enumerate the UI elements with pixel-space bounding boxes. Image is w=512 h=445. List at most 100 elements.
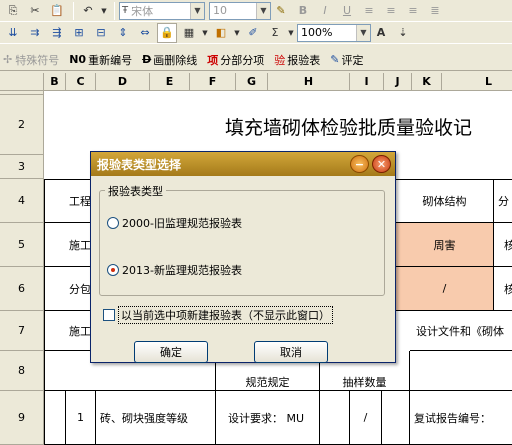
cell[interactable]: [410, 351, 512, 391]
col-header[interactable]: E: [150, 73, 190, 91]
align-center-icon[interactable]: ≡: [381, 1, 401, 21]
row-header[interactable]: 9: [0, 391, 44, 445]
minimize-icon[interactable]: −: [350, 155, 369, 173]
corner-cell[interactable]: [0, 73, 44, 91]
col-header[interactable]: C: [66, 73, 96, 91]
cell[interactable]: 设计要求： MU: [216, 391, 320, 445]
col-header[interactable]: G: [236, 73, 268, 91]
insert-row-icon[interactable]: ⇊: [3, 23, 23, 43]
option-2000-radio[interactable]: 2000-旧监理规范报验表: [107, 215, 242, 231]
col-width-icon[interactable]: ⇔: [135, 23, 155, 43]
sum-icon[interactable]: Σ: [265, 23, 285, 43]
dropdown-arrow-icon[interactable]: ▼: [233, 23, 241, 43]
cell[interactable]: 设计文件和《砌体: [410, 311, 512, 351]
chevron-down-icon: ▼: [190, 2, 204, 19]
dialog-titlebar[interactable]: 报验表类型选择 − ✕: [91, 152, 395, 176]
text-icon[interactable]: A: [371, 23, 391, 43]
bold-icon[interactable]: B: [293, 1, 313, 21]
cell[interactable]: 施工: [44, 311, 96, 351]
standard-toolbar: ⎘ ✂ 📋 ↶ ▼ Ŧ 宋体 ▼ 10 ▼ ✎ B I U ≡ ≡ ≡ ≣: [0, 0, 512, 22]
underline-icon[interactable]: U: [337, 1, 357, 21]
col-header[interactable]: J: [384, 73, 412, 91]
undo-icon[interactable]: ↶: [78, 1, 98, 21]
font-color-icon[interactable]: ✎: [271, 1, 291, 21]
cell[interactable]: 分: [494, 179, 512, 223]
cell[interactable]: /: [396, 267, 494, 311]
row-header[interactable]: 2: [0, 95, 44, 155]
row-header[interactable]: 8: [0, 351, 44, 391]
row-header[interactable]: 3: [0, 155, 44, 179]
col-header[interactable]: B: [44, 73, 66, 91]
dropdown-arrow-icon[interactable]: ▼: [100, 1, 108, 21]
row-header[interactable]: 7: [0, 311, 44, 351]
lock-icon[interactable]: 🔒: [157, 22, 177, 43]
insert-col-icon[interactable]: ⇉: [25, 23, 45, 43]
merge-cells-icon[interactable]: ⊞: [69, 23, 89, 43]
renumber-button[interactable]: N0 重新编号: [69, 52, 132, 68]
cell[interactable]: 施工: [44, 223, 96, 267]
cell[interactable]: 核: [494, 267, 512, 311]
report-type-dialog: 报验表类型选择 − ✕ 报验表类型 2000-旧监理规范报验表 2013-新监理…: [90, 151, 396, 363]
cut-icon[interactable]: ✂: [25, 1, 45, 21]
delete-row-icon[interactable]: ⇶: [47, 23, 67, 43]
row-header[interactable]: 4: [0, 179, 44, 223]
dropdown-arrow-icon[interactable]: ▼: [201, 23, 209, 43]
evaluate-button[interactable]: ✎ 评定: [330, 52, 363, 68]
format-painter-icon[interactable]: ✐: [243, 23, 263, 43]
cell[interactable]: [44, 391, 66, 445]
italic-icon[interactable]: I: [315, 1, 335, 21]
cell[interactable]: [320, 391, 350, 445]
separator: [73, 1, 74, 20]
split-cells-icon[interactable]: ⊟: [91, 23, 111, 43]
row-header[interactable]: 5: [0, 223, 44, 267]
copy-format-icon[interactable]: ⎘: [3, 1, 23, 21]
row-height-icon[interactable]: ⇕: [113, 23, 133, 43]
col-header[interactable]: H: [268, 73, 350, 91]
paste-icon[interactable]: 📋: [47, 1, 67, 21]
column-headers: B C D E F G H I J K L: [0, 73, 512, 91]
col-header[interactable]: D: [96, 73, 150, 91]
cell[interactable]: [382, 391, 410, 445]
cell[interactable]: 周害: [396, 223, 494, 267]
cell[interactable]: 砌体结构: [396, 179, 494, 223]
format-toolbar: ⇊ ⇉ ⇶ ⊞ ⊟ ⇕ ⇔ 🔒 ▦ ▼ ◧ ▼ ✐ Σ ▼ 100% ▼ A ⇣: [0, 22, 512, 44]
close-icon[interactable]: ✕: [372, 155, 391, 173]
fill-color-icon[interactable]: ◧: [211, 23, 231, 43]
cell[interactable]: 复试报告编号：: [410, 391, 512, 445]
row-header[interactable]: 6: [0, 267, 44, 311]
cell[interactable]: 砖、砌块强度等级: [96, 391, 216, 445]
font-name-select[interactable]: Ŧ 宋体 ▼: [119, 1, 205, 20]
report-icon: 验: [274, 53, 286, 67]
col-header[interactable]: F: [190, 73, 236, 91]
number-icon: N0: [69, 53, 87, 66]
strikethrough-icon: D: [142, 53, 152, 66]
cell[interactable]: 核: [494, 223, 512, 267]
new-without-window-checkbox[interactable]: 以当前选中项新建报验表（不显示此窗口）: [103, 306, 333, 324]
item-icon: 项: [207, 53, 219, 67]
strikethrough-button[interactable]: D 画删除线: [142, 52, 197, 68]
col-header[interactable]: L: [442, 73, 512, 91]
align-left-icon[interactable]: ≡: [359, 1, 379, 21]
justify-icon[interactable]: ≣: [425, 1, 445, 21]
dropdown-arrow-icon[interactable]: ▼: [287, 23, 295, 43]
dialog-title: 报验表类型选择: [97, 157, 182, 172]
font-size-select[interactable]: 10 ▼: [209, 1, 271, 20]
col-header[interactable]: K: [412, 73, 442, 91]
cancel-button[interactable]: 取消: [254, 341, 328, 363]
special-symbol-button[interactable]: ✢ 特殊符号: [3, 52, 59, 68]
cell[interactable]: 工程: [44, 179, 96, 223]
ok-button[interactable]: 确定: [134, 341, 208, 363]
align-right-icon[interactable]: ≡: [403, 1, 423, 21]
border-icon[interactable]: ▦: [179, 23, 199, 43]
cell[interactable]: 分包: [44, 267, 96, 311]
subitem-button[interactable]: 项分部分项: [207, 52, 264, 68]
report-form-button[interactable]: 验报验表: [274, 52, 320, 68]
radio-circle-icon: [107, 217, 119, 229]
cell[interactable]: /: [350, 391, 382, 445]
cell[interactable]: 1: [66, 391, 96, 445]
text-down-icon[interactable]: ⇣: [393, 23, 413, 43]
zoom-select[interactable]: 100% ▼: [297, 23, 371, 42]
col-header[interactable]: I: [350, 73, 384, 91]
radio-label: 2013-新监理规范报验表: [122, 264, 242, 277]
option-2013-radio[interactable]: 2013-新监理规范报验表: [107, 262, 242, 278]
